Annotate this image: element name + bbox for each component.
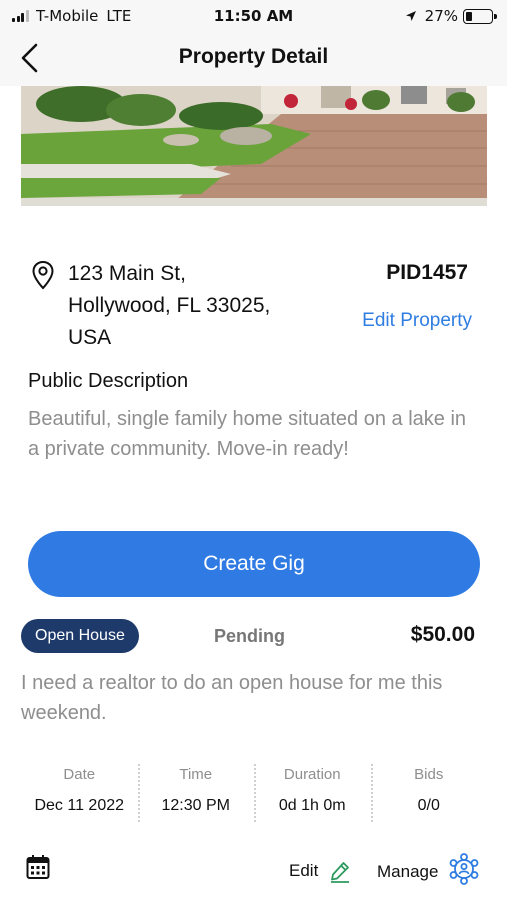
gig-description: I need a realtor to do an open house for… (21, 672, 443, 724)
status-bar: T-Mobile LTE 11:50 AM 27% (0, 0, 507, 32)
battery-percent: 27% (424, 7, 458, 25)
stat-duration: Duration 0d 1h 0m (254, 762, 371, 826)
address-line-3: USA (68, 326, 112, 349)
map-pin-icon (32, 260, 54, 290)
edit-gig-label: Edit (289, 861, 319, 880)
property-address-section: 123 Main St, Hollywood, FL 33025, USA PI… (28, 258, 478, 358)
battery-icon (463, 8, 497, 24)
create-gig-button[interactable]: Create Gig (28, 531, 480, 597)
stat-label: Time (179, 766, 213, 783)
gig-actions: Edit Manage (21, 850, 487, 890)
gig-stats: Date Dec 11 2022 Time 12:30 PM Duration … (21, 762, 487, 826)
edit-gig-button[interactable]: Edit (289, 859, 352, 883)
manage-network-icon (450, 853, 479, 885)
calendar-button[interactable] (26, 854, 50, 884)
gig-price: $50.00 (410, 623, 475, 646)
battery-fill (466, 11, 473, 21)
calendar-icon (26, 855, 50, 879)
stat-value: Dec 11 2022 (34, 797, 125, 814)
manage-gig-button[interactable]: Manage (377, 853, 480, 885)
stat-value: 0d 1h 0m (278, 797, 346, 814)
stat-value: 0/0 (417, 797, 440, 814)
gig-status: Pending (214, 626, 285, 646)
stat-time: Time 12:30 PM (137, 762, 255, 826)
stat-label: Bids (414, 766, 444, 783)
pencil-icon (331, 862, 350, 883)
stat-label: Date (63, 766, 96, 783)
public-description-text: Beautiful, single family home situated o… (28, 408, 467, 460)
stat-date: Date Dec 11 2022 (21, 762, 138, 826)
edit-property-link[interactable]: Edit Property (362, 310, 472, 332)
address-line-2: Hollywood, FL 33025, (68, 294, 271, 317)
location-arrow-icon (405, 11, 416, 21)
property-photo-image (21, 86, 487, 206)
property-id: PID1457 (386, 261, 468, 284)
status-right: 27% (405, 7, 497, 25)
property-address: 123 Main St, Hollywood, FL 33025, USA (68, 258, 328, 354)
public-description-heading: Public Description (28, 370, 189, 392)
stat-value: 12:30 PM (161, 797, 230, 814)
property-photo (21, 86, 487, 206)
stat-bids: Bids 0/0 (370, 762, 488, 826)
manage-gig-label: Manage (377, 862, 439, 881)
page-title: Property Detail (178, 45, 329, 68)
gig-type-badge: Open House (21, 619, 139, 653)
address-line-1: 123 Main St, (68, 262, 186, 285)
stat-label: Duration (283, 766, 341, 783)
nav-bar: Property Detail (0, 32, 507, 86)
